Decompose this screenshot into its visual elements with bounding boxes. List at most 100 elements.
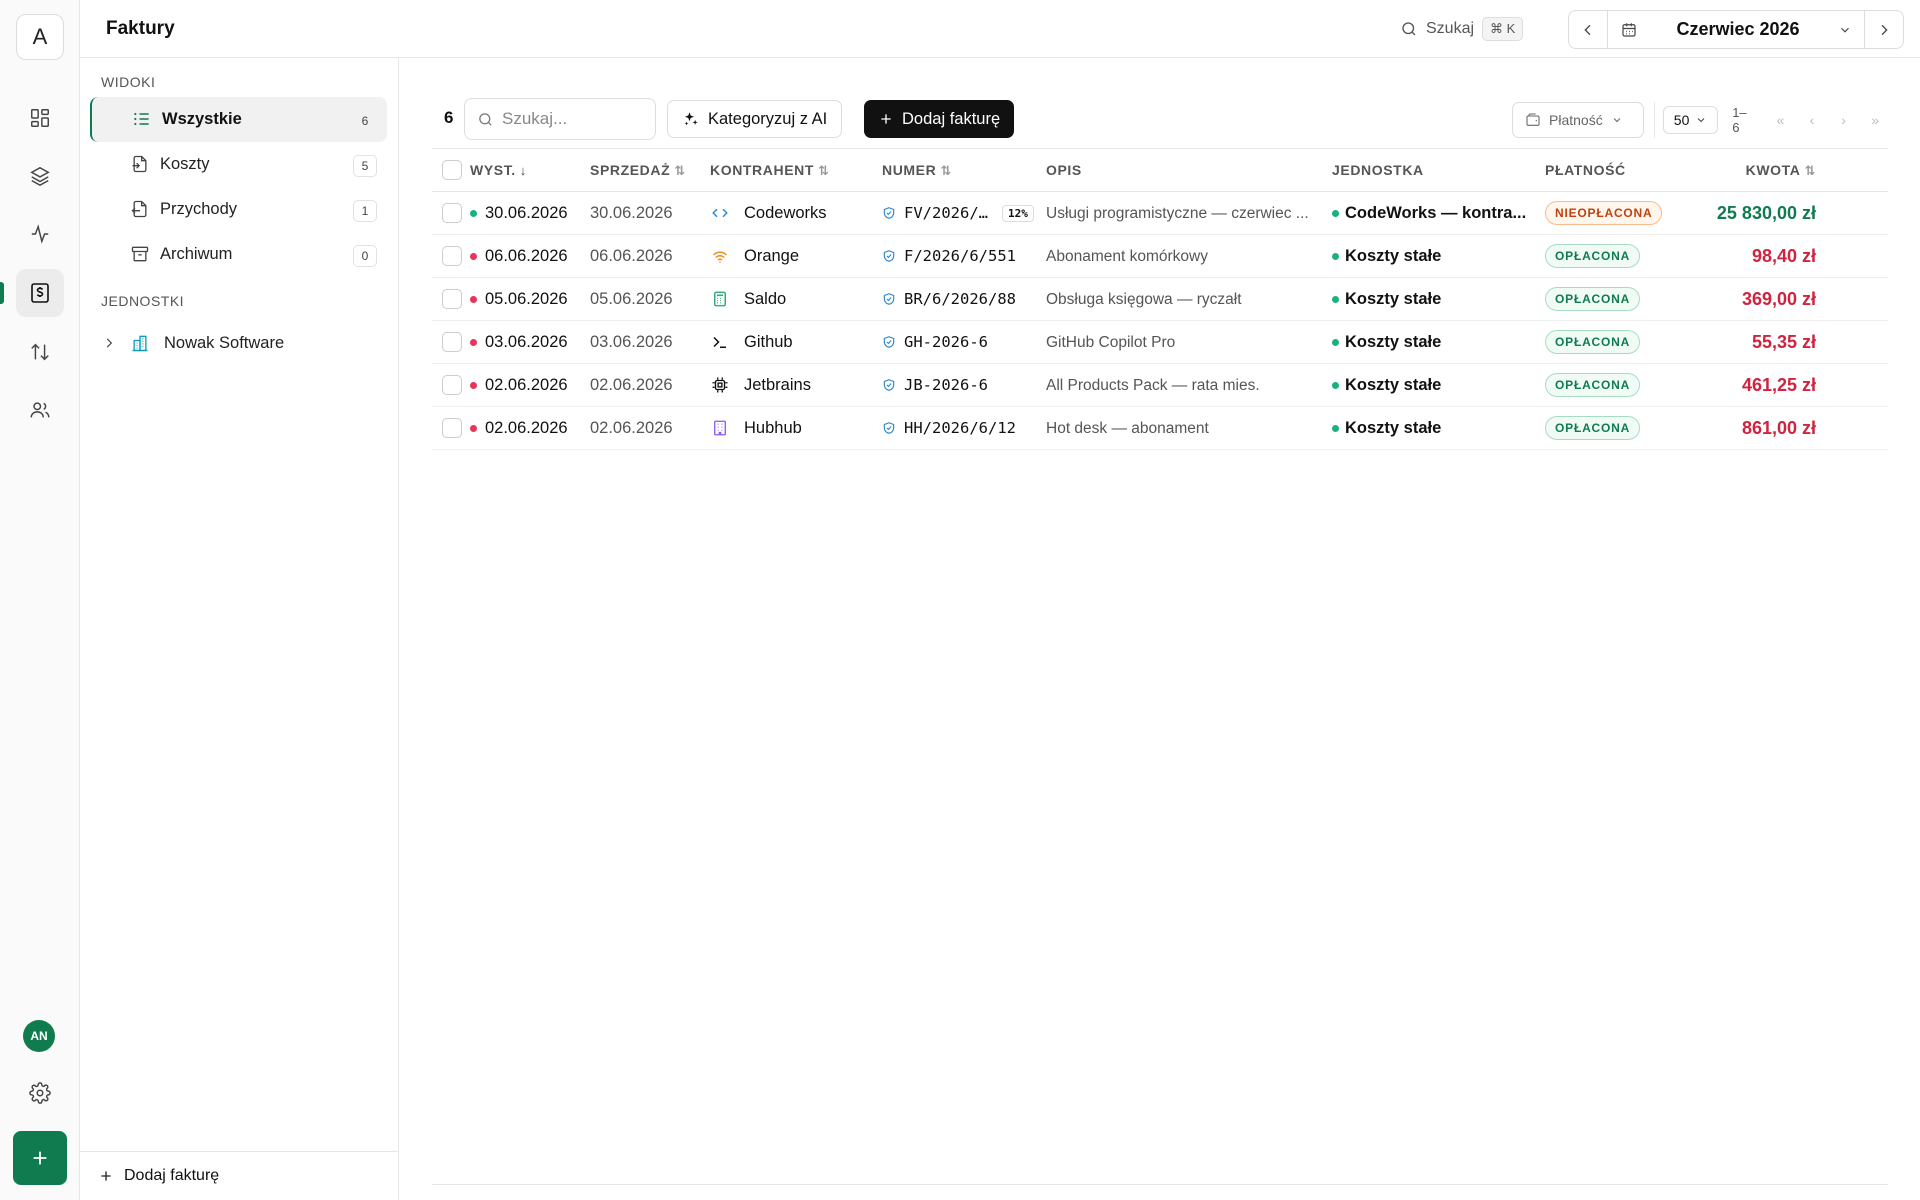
invoice-description: All Products Pack — rata mies. (1046, 376, 1260, 394)
row-select-cell (432, 277, 470, 321)
shield-check-icon (883, 207, 895, 219)
transfers-icon[interactable] (16, 328, 64, 376)
number-cell: HH/2026/6/12 (882, 406, 1046, 450)
table-row[interactable]: 03.06.2026 03.06.2026 Github GH-2026-6 G… (432, 320, 1888, 364)
chevron-down-icon (1613, 118, 1621, 123)
invoice-description: Abonament komórkowy (1046, 247, 1208, 265)
search-icon (479, 112, 492, 126)
table-footer-divider (432, 1184, 1888, 1185)
table-row[interactable]: 05.06.2026 05.06.2026 Saldo BR/6/2026/88… (432, 277, 1888, 321)
invoice-amount: 98,40 zł (1687, 234, 1888, 278)
chevron-right-icon (1881, 24, 1888, 35)
dashboard-icon[interactable] (16, 94, 64, 142)
row-checkbox[interactable] (442, 246, 462, 266)
gear-icon[interactable] (16, 1069, 64, 1117)
column-amount-label: KWOTA (1745, 161, 1801, 178)
payment-status-badge[interactable]: NIEOPŁACONA (1545, 201, 1663, 225)
logo-letter: A (32, 24, 48, 49)
users-icon[interactable] (16, 386, 64, 434)
per-page-select[interactable]: 50 (1663, 106, 1719, 134)
select-all-checkbox[interactable] (442, 160, 462, 180)
issued-cell: 30.06.2026 (470, 191, 590, 235)
invoice-number[interactable]: JB-2026-6 (904, 376, 988, 394)
chevron-down-icon (1698, 118, 1705, 123)
vendor-cell: Codeworks (710, 191, 882, 235)
row-checkbox[interactable] (442, 375, 462, 395)
unit-dot (1332, 252, 1339, 260)
select-all-cell (432, 148, 470, 192)
view-item-all[interactable]: Wszystkie 6 (90, 97, 387, 142)
row-checkbox[interactable] (442, 418, 462, 438)
invoice-search (464, 98, 656, 140)
issued-date: 03.06.2026 (485, 332, 568, 351)
unit-name: Koszty stałe (1345, 246, 1442, 265)
prev-page-button[interactable]: ‹ (1799, 112, 1825, 128)
activity-icon[interactable] (16, 210, 64, 258)
description-cell: GitHub Copilot Pro (1046, 320, 1332, 364)
invoice-number[interactable]: GH-2026-6 (904, 333, 988, 351)
app-logo[interactable]: A (16, 14, 64, 60)
unit-cell: Koszty stałe (1332, 234, 1545, 278)
payment-status-badge[interactable]: OPŁACONA (1545, 373, 1641, 397)
next-page-button[interactable]: › (1831, 112, 1857, 128)
payment-filter[interactable]: Płatność (1512, 102, 1644, 138)
table-row[interactable]: 30.06.2026 30.06.2026 Codeworks FV/2026/… (432, 191, 1888, 235)
column-issued[interactable]: WYST. ↓ (470, 148, 590, 192)
view-item-income[interactable]: Przychody 1 (90, 187, 387, 232)
payment-cell: OPŁACONA (1545, 320, 1687, 364)
row-checkbox[interactable] (442, 289, 462, 309)
prev-month-button[interactable] (1569, 11, 1607, 48)
table-row[interactable]: 02.06.2026 02.06.2026 Hubhub HH/2026/6/1… (432, 406, 1888, 450)
invoice-number[interactable]: F/2026/6/551 (904, 247, 1016, 265)
layers-icon[interactable] (16, 152, 64, 200)
view-count: 5 (353, 155, 377, 177)
row-checkbox[interactable] (442, 203, 462, 223)
first-page-button[interactable]: « (1768, 112, 1794, 128)
invoice-number[interactable]: FV/2026/… (904, 204, 988, 222)
issued-cell: 06.06.2026 (470, 234, 590, 278)
avatar[interactable]: AN (23, 1020, 55, 1052)
invoices-icon[interactable] (16, 269, 64, 317)
payment-status-badge[interactable]: OPŁACONA (1545, 244, 1641, 268)
global-search-button[interactable]: Szukaj ⌘ K (1400, 15, 1524, 43)
unit-item-nowak-software[interactable]: Nowak Software (102, 326, 284, 360)
invoice-number[interactable]: BR/6/2026/88 (904, 290, 1016, 308)
shield-check-icon (883, 336, 895, 348)
payment-status-badge[interactable]: OPŁACONA (1545, 416, 1641, 440)
plus-icon (101, 1171, 111, 1181)
view-item-costs[interactable]: Koszty 5 (90, 142, 387, 187)
quick-add-button[interactable] (13, 1131, 67, 1185)
vendor-name[interactable]: Codeworks (744, 204, 827, 223)
column-amount[interactable]: KWOTA ⇅ (1687, 148, 1888, 192)
ai-categorize-button[interactable]: Kategoryzuj z AI (667, 100, 843, 138)
row-select-cell (432, 191, 470, 235)
month-select[interactable]: Czerwiec 2026 (1607, 11, 1865, 48)
current-month: Czerwiec 2026 (1676, 19, 1800, 39)
vendor-name[interactable]: Github (744, 333, 793, 352)
shield-check-icon (883, 379, 895, 391)
vendor-name[interactable]: Orange (744, 247, 799, 266)
vendor-name[interactable]: Jetbrains (744, 376, 811, 395)
file-export-icon (131, 200, 147, 218)
shield-check-icon (883, 422, 895, 434)
invoice-search-input[interactable] (502, 109, 642, 129)
table-row[interactable]: 02.06.2026 02.06.2026 Jetbrains JB-2026-… (432, 363, 1888, 407)
column-number[interactable]: NUMER ⇅ (882, 148, 1046, 192)
vendor-name[interactable]: Saldo (744, 290, 786, 309)
column-vendor[interactable]: KONTRAHENT ⇅ (710, 148, 882, 192)
column-sale[interactable]: SPRZEDAŻ ⇅ (590, 148, 710, 192)
payment-status-badge[interactable]: OPŁACONA (1545, 330, 1641, 354)
row-checkbox[interactable] (442, 332, 462, 352)
sidebar-add-invoice-button[interactable]: Dodaj fakturę (80, 1151, 399, 1200)
view-item-archive[interactable]: Archiwum 0 (90, 232, 387, 277)
invoice-number[interactable]: HH/2026/6/12 (904, 419, 1016, 437)
file-import-icon (132, 155, 147, 173)
add-invoice-button[interactable]: Dodaj fakturę (864, 100, 1015, 138)
last-page-button[interactable]: » (1862, 112, 1888, 128)
type-dot (470, 338, 477, 346)
table-row[interactable]: 06.06.2026 06.06.2026 Orange F/2026/6/55… (432, 234, 1888, 278)
next-month-button[interactable] (1865, 11, 1903, 48)
units-section-label: JEDNOSTKI (101, 293, 185, 309)
payment-status-badge[interactable]: OPŁACONA (1545, 287, 1641, 311)
vendor-name[interactable]: Hubhub (744, 419, 802, 438)
